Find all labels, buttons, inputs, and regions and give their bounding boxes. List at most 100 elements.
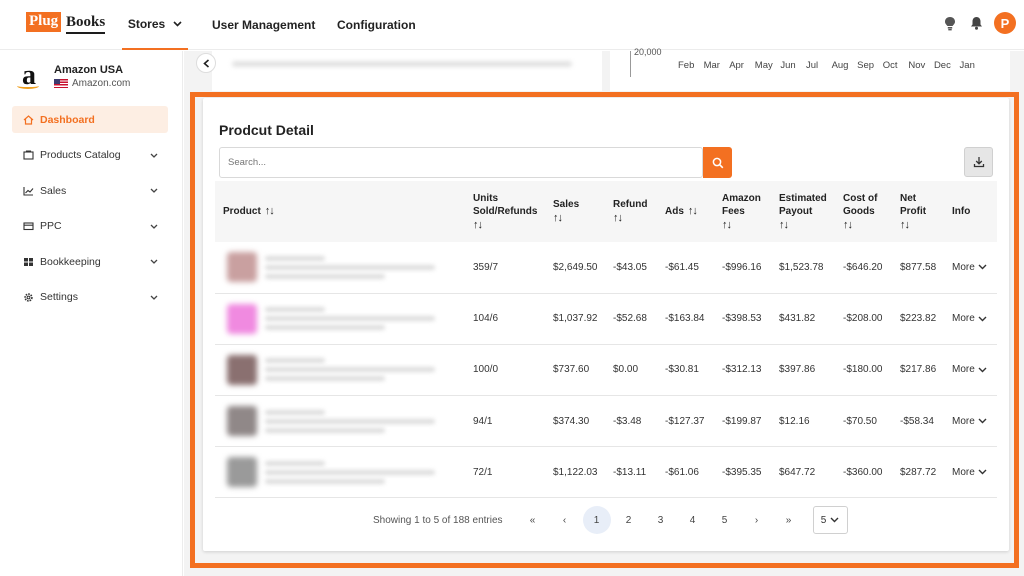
sort-icon[interactable]: ↑↓ <box>779 219 835 232</box>
page-size-select[interactable]: 5 <box>812 506 848 534</box>
cell-payout: $12.16 <box>771 395 835 448</box>
header-label: Units <box>473 192 498 204</box>
cell-profit: -$58.34 <box>892 395 944 448</box>
product-search-input[interactable] <box>219 147 703 178</box>
nav-configuration[interactable]: Configuration <box>337 0 416 50</box>
sort-icon[interactable]: ↑↓ <box>722 219 771 232</box>
store-domain: Amazon.com <box>72 77 131 89</box>
top-icons: P <box>942 12 1016 34</box>
lightbulb-icon[interactable] <box>942 15 958 31</box>
more-button[interactable]: More <box>952 467 997 478</box>
header-label: Ads <box>665 206 684 217</box>
column-header-ads[interactable]: Ads ↑↓ <box>657 181 714 242</box>
chevron-down-icon <box>978 418 987 424</box>
table-body: 359/7 $2,649.50 -$43.05 -$61.45 -$996.16 $1,5… <box>215 242 997 499</box>
product-thumbnail <box>227 406 257 437</box>
first-page-button[interactable]: « <box>517 506 549 534</box>
sort-icon[interactable]: ↑↓ <box>688 205 698 217</box>
sort-icon[interactable]: ↑↓ <box>553 212 605 225</box>
month-label: May <box>754 60 773 71</box>
page-3-button[interactable]: 3 <box>645 506 677 534</box>
search-button[interactable] <box>703 147 732 178</box>
sidebar-item-sales[interactable]: Sales <box>12 177 168 204</box>
table-row[interactable]: 94/1 $374.30 -$3.48 -$127.37 -$199.87 $12.16-… <box>215 395 997 448</box>
bell-icon[interactable] <box>968 15 984 31</box>
column-header-sales[interactable]: Sales ↑↓ <box>545 181 605 242</box>
download-button[interactable] <box>964 147 993 177</box>
plugbooks-logo[interactable]: Plug Books <box>26 12 108 36</box>
info-cell: More <box>944 344 997 397</box>
cell-units: 100/0 <box>465 344 545 397</box>
more-label: More <box>952 261 975 273</box>
chart-axis <box>630 51 631 77</box>
page-1-button[interactable]: 1 <box>582 506 611 534</box>
cell-units: 359/7 <box>465 242 545 294</box>
column-header-product[interactable]: Product ↑↓ <box>215 181 465 242</box>
more-button[interactable]: More <box>952 416 997 427</box>
nav-stores[interactable]: Stores <box>122 0 188 50</box>
more-button[interactable]: More <box>952 364 997 375</box>
sidebar-menu: Dashboard Products Catalog Sales PPC Boo… <box>12 106 168 319</box>
cell-profit: $287.72 <box>892 446 944 499</box>
column-header-net-profit[interactable]: Net Profit ↑↓ <box>892 181 944 242</box>
last-page-button[interactable]: » <box>773 506 805 534</box>
header-label: Cost of <box>843 192 878 204</box>
column-header-estimated-payout[interactable]: Estimated Payout ↑↓ <box>771 181 835 242</box>
chevron-down-icon <box>150 186 158 195</box>
cell-ads: -$61.06 <box>657 446 714 499</box>
sales-chart-panel: 20,000 Feb Mar Apr May Jun Jul Aug Sep O… <box>610 47 1010 91</box>
product-thumbnail <box>227 354 257 385</box>
column-header-amazon-fees[interactable]: Amazon Fees ↑↓ <box>714 181 771 242</box>
top-navigation-bar: Plug Books Stores User Management Config… <box>0 0 1024 50</box>
next-page-button[interactable]: › <box>741 506 773 534</box>
more-button[interactable]: More <box>952 313 997 324</box>
header-label: Fees <box>722 205 745 217</box>
amazon-smile-icon <box>17 83 39 89</box>
cell-units: 72/1 <box>465 446 545 499</box>
sidebar-item-label: Sales <box>40 184 67 197</box>
collapse-sidebar-button[interactable] <box>196 53 216 73</box>
more-label: More <box>952 466 975 478</box>
cell-payout: $397.86 <box>771 344 835 397</box>
table-row[interactable]: 72/1 $1,122.03 -$13.11 -$61.06 -$395.35 $647.… <box>215 446 997 499</box>
sidebar-item-ppc[interactable]: PPC <box>12 213 168 240</box>
sort-icon[interactable]: ↑↓ <box>613 212 657 225</box>
table-row[interactable]: 359/7 $2,649.50 -$43.05 -$61.45 -$996.16 $1,5… <box>215 242 997 294</box>
cell-units: 104/6 <box>465 293 545 345</box>
blurred-content <box>232 61 572 67</box>
page-5-button[interactable]: 5 <box>709 506 741 534</box>
info-cell: More <box>944 242 997 294</box>
table-header-row: Product ↑↓ Units Sold/Refunds ↑↓ Sales ↑↓ Re… <box>215 181 997 242</box>
user-avatar[interactable]: P <box>994 12 1016 34</box>
more-button[interactable]: More <box>952 262 997 273</box>
month-label: Feb <box>678 60 695 71</box>
sidebar-item-products-catalog[interactable]: Products Catalog <box>12 142 168 169</box>
page-4-button[interactable]: 4 <box>677 506 709 534</box>
column-header-cost-of-goods[interactable]: Cost of Goods ↑↓ <box>835 181 892 242</box>
month-label: Sep <box>857 60 875 71</box>
sort-icon[interactable]: ↑↓ <box>843 219 892 232</box>
table-row[interactable]: 104/6 $1,037.92 -$52.68 -$163.84 -$398.53 $43… <box>215 293 997 345</box>
sidebar-item-bookkeeping[interactable]: Bookkeeping <box>12 248 168 275</box>
table-row[interactable]: 100/0 $737.60 $0.00 -$30.81 -$312.13 $397.86-… <box>215 344 997 397</box>
grid-icon <box>22 257 34 267</box>
header-label: Product <box>223 206 261 217</box>
previous-page-button[interactable]: ‹ <box>549 506 581 534</box>
cell-profit: $217.86 <box>892 344 944 397</box>
sidebar-item-dashboard[interactable]: Dashboard <box>12 106 168 133</box>
page-2-button[interactable]: 2 <box>613 506 645 534</box>
sort-icon[interactable]: ↑↓ <box>265 205 275 217</box>
sidebar-item-settings[interactable]: Settings <box>12 284 168 311</box>
product-thumbnail <box>227 457 257 488</box>
product-detail-table: Product ↑↓ Units Sold/Refunds ↑↓ Sales ↑↓ Re… <box>215 181 997 499</box>
chevron-down-icon <box>150 222 158 231</box>
store-switcher[interactable]: a Amazon USA Amazon.com <box>14 60 131 91</box>
nav-user-management[interactable]: User Management <box>212 0 315 50</box>
column-header-refund[interactable]: Refund ↑↓ <box>605 181 657 242</box>
sort-icon[interactable]: ↑↓ <box>473 219 545 232</box>
column-header-units[interactable]: Units Sold/Refunds ↑↓ <box>465 181 545 242</box>
home-icon <box>22 114 34 125</box>
cell-fees: -$395.35 <box>714 446 771 499</box>
product-cell <box>215 395 465 448</box>
sort-icon[interactable]: ↑↓ <box>900 219 944 232</box>
